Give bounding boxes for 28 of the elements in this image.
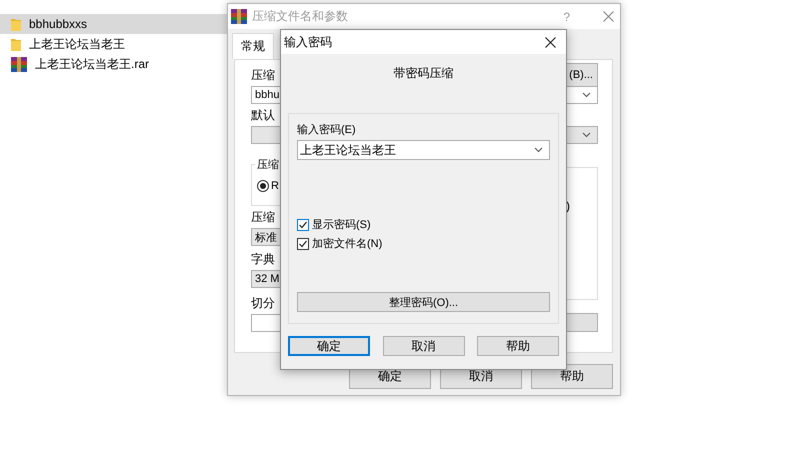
field-label: 压缩 — [251, 67, 275, 84]
settings-button[interactable] — [565, 313, 598, 332]
field-label: 压缩 — [251, 209, 275, 226]
option-checkbox[interactable]: 显示密码(S) — [297, 217, 371, 232]
dialog-button[interactable]: 取消 — [382, 336, 464, 356]
file-item[interactable]: bbhubbxxs — [0, 14, 228, 34]
dialog-heading: 带密码压缩 — [394, 65, 454, 82]
dialog-button[interactable]: 确定 — [288, 336, 370, 356]
folder-icon — [11, 18, 21, 30]
dialog-title: 输入密码 — [284, 34, 332, 50]
field-label: 字典 — [251, 251, 275, 268]
password-field[interactable]: 上老王论坛当老王 — [297, 140, 550, 160]
organize-passwords-button[interactable]: 整理密码(O)... — [297, 292, 550, 312]
archive-icon — [11, 56, 27, 72]
file-item[interactable]: 上老王论坛当老王.rar — [0, 54, 228, 74]
field-label: 切分 — [251, 295, 275, 312]
file-item[interactable]: 上老王论坛当老王 — [0, 34, 228, 54]
tab[interactable]: 常规 — [232, 33, 274, 59]
field-label: 默认 — [251, 107, 275, 124]
close-icon[interactable] — [545, 36, 556, 48]
folder-icon — [11, 38, 21, 50]
format-radio[interactable]: R — [257, 180, 279, 192]
dialog-button[interactable]: 帮助 — [477, 336, 559, 356]
field-label: 输入密码(E) — [297, 122, 356, 137]
option-checkbox[interactable]: 加密文件名(N) — [297, 236, 382, 251]
window-title: 压缩文件名和参数 — [252, 8, 349, 25]
app-icon — [231, 9, 247, 24]
group-label: 压缩 — [255, 157, 281, 172]
